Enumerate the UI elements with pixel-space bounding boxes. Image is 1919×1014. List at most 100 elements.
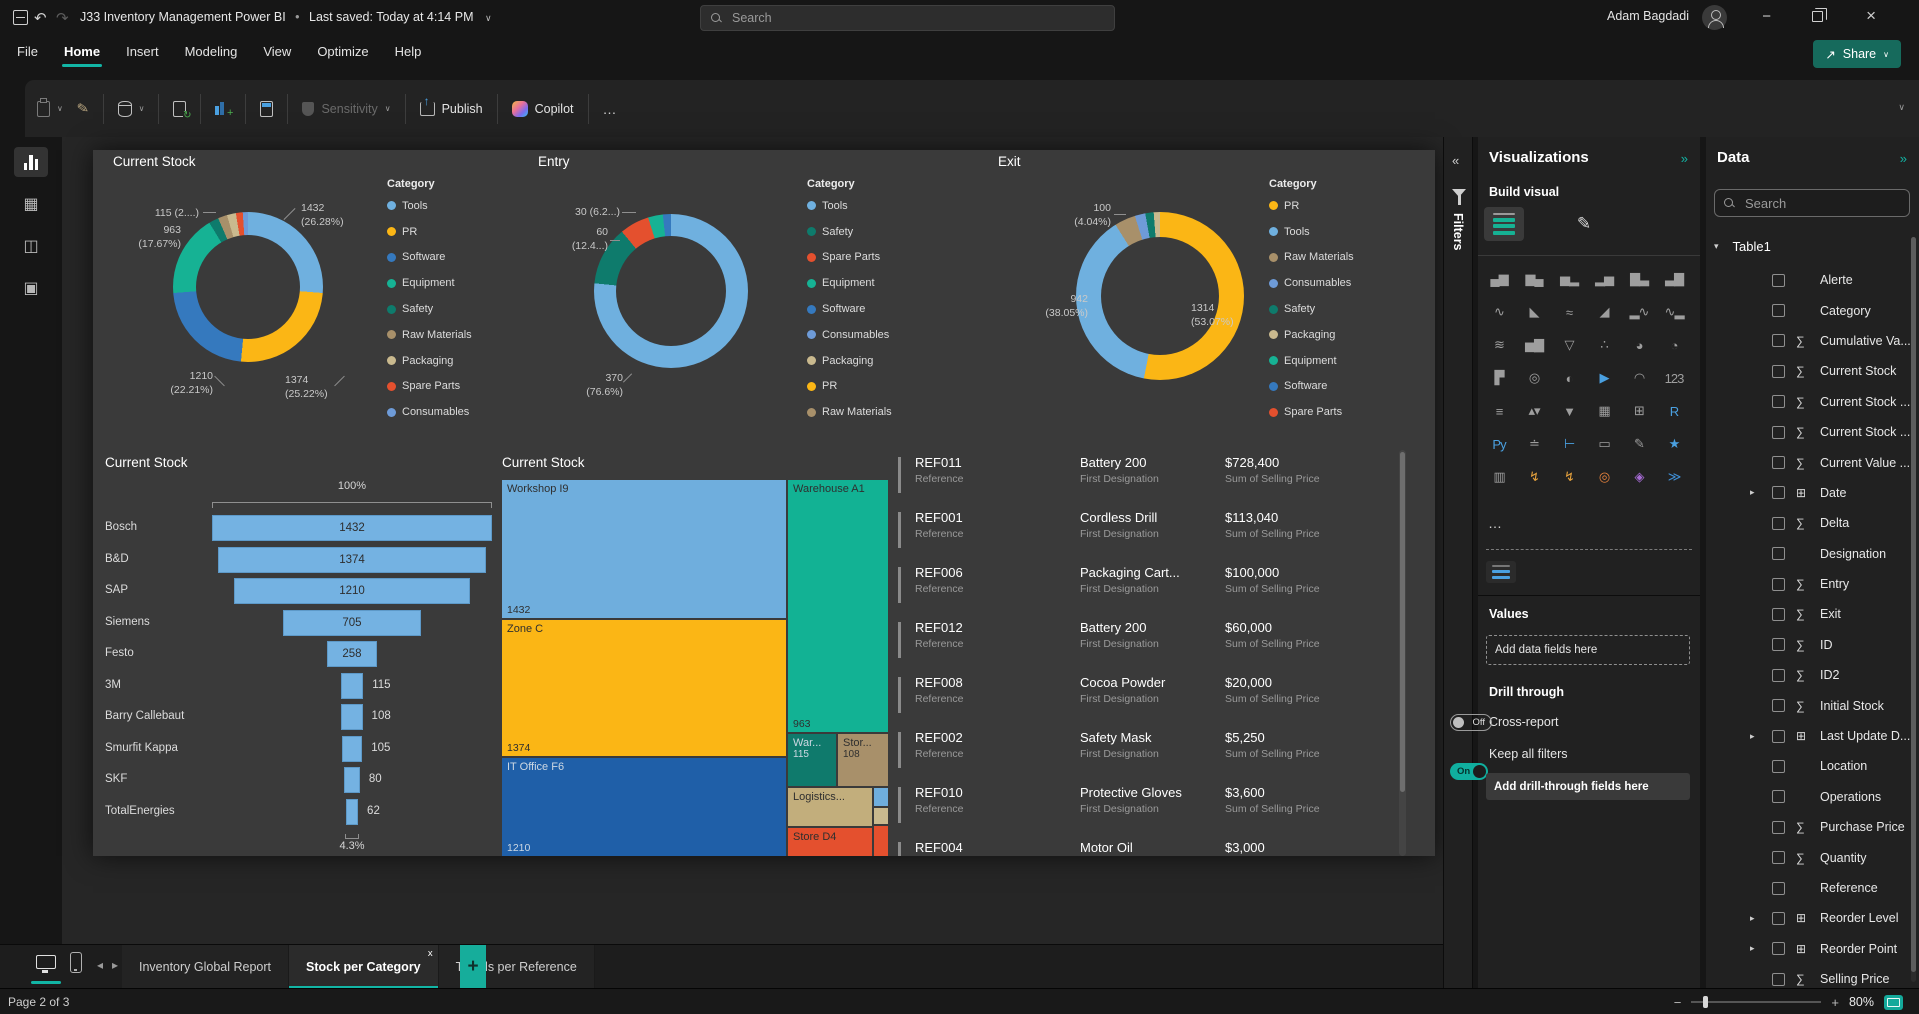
legend-item[interactable]: Equipment [1269, 348, 1389, 374]
build-visual-tab[interactable] [1484, 207, 1524, 241]
treemap-cell[interactable]: Zone C1374 [502, 620, 786, 756]
share-button[interactable]: ↗ Share ∨ [1813, 40, 1901, 68]
card-row[interactable]: REF008Reference Cocoa PowderFirst Design… [896, 673, 1386, 728]
funnel-bar[interactable]: 1374 [218, 547, 487, 573]
field-checkbox[interactable] [1772, 699, 1785, 712]
publish-button[interactable]: Publish [420, 102, 483, 116]
legend-item[interactable]: Software [807, 296, 927, 322]
viz-type-icon[interactable]: ▅▇ [1519, 333, 1549, 357]
data-scrollbar[interactable] [1911, 237, 1916, 982]
multi-row-card[interactable]: REF011Reference Battery 200First Designa… [896, 450, 1408, 856]
funnel-bar[interactable]: 1210 [234, 578, 471, 604]
field-checkbox[interactable] [1772, 973, 1785, 986]
field-checkbox[interactable] [1772, 730, 1785, 743]
data-field-row[interactable]: ▸ ⊞ Last Update D... [1706, 721, 1911, 751]
legend-item[interactable]: Spare Parts [387, 374, 507, 400]
user-name[interactable]: Adam Bagdadi [1607, 9, 1689, 23]
viz-type-icon[interactable]: ⊢ [1554, 432, 1584, 456]
data-field-row[interactable]: ▸ ∑ Cumulative Va... [1706, 326, 1911, 356]
collapse-table-icon[interactable]: ▾ [1714, 241, 1719, 252]
data-field-row[interactable]: ▸ ∑ Current Stock ... [1706, 387, 1911, 417]
data-field-row[interactable]: ▸ ∑ Quantity [1706, 842, 1911, 872]
card-row[interactable]: REF004Reference Motor OilFirst Designati… [896, 838, 1386, 856]
save-icon[interactable] [13, 10, 28, 25]
cross-report-toggle[interactable]: Off [1450, 714, 1492, 731]
filters-pane-label[interactable]: Filters [1451, 213, 1465, 251]
viz-type-icon[interactable]: ▃▇ [1659, 267, 1689, 291]
legend-item[interactable]: Packaging [1269, 322, 1389, 348]
data-field-row[interactable]: ▸ ⊞ Date [1706, 478, 1911, 508]
data-search-input[interactable] [1743, 195, 1893, 212]
treemap-cell[interactable]: Stor...108 [838, 734, 888, 786]
viz-type-icon[interactable]: Py [1484, 432, 1514, 456]
viz-type-icon[interactable]: ∴ [1589, 333, 1619, 357]
viz-type-icon[interactable]: ▇▃ [1624, 267, 1654, 291]
viz-type-icon[interactable]: ▼ [1554, 399, 1584, 423]
data-field-row[interactable]: ▸ ∑ ID2 [1706, 660, 1911, 690]
funnel-bar[interactable] [341, 673, 363, 699]
field-checkbox[interactable] [1772, 426, 1785, 439]
treemap-cell[interactable]: IT Office F61210 [502, 758, 786, 856]
viz-type-icon[interactable]: ▽ [1554, 333, 1584, 357]
legend-item[interactable]: Consumables [807, 322, 927, 348]
viz-type-icon[interactable]: ◠ [1624, 366, 1654, 390]
fit-to-page-icon[interactable] [1884, 995, 1903, 1010]
selected-visual-thumbnail[interactable] [1486, 561, 1516, 583]
legend-item[interactable]: Consumables [1269, 270, 1389, 296]
legend-item[interactable]: Software [387, 245, 507, 271]
mobile-layout-icon[interactable] [70, 952, 82, 973]
viz-type-icon[interactable]: ∿ [1484, 300, 1514, 324]
legend-item[interactable]: Packaging [387, 348, 507, 374]
undo-icon[interactable]: ↶ [34, 9, 47, 27]
card-row[interactable]: REF001Reference Cordless DrillFirst Desi… [896, 508, 1386, 563]
treemap-cell[interactable]: Logistics... [788, 788, 872, 826]
keep-all-filters-toggle[interactable]: On [1450, 763, 1488, 780]
zoom-in-icon[interactable]: + [1831, 995, 1839, 1010]
card-row[interactable]: REF006Reference Packaging Cart...First D… [896, 563, 1386, 618]
expand-field-icon[interactable]: ▸ [1750, 731, 1755, 742]
viz-type-icon[interactable]: ≈ [1554, 300, 1584, 324]
field-checkbox[interactable] [1772, 486, 1785, 499]
new-visual-button[interactable]: + [215, 101, 231, 117]
funnel-bar[interactable] [344, 767, 360, 793]
expand-field-icon[interactable]: ▸ [1750, 913, 1755, 924]
menu-item[interactable]: Modeling [185, 44, 238, 67]
legend-item[interactable]: Tools [387, 193, 507, 219]
more-options-icon[interactable]: … [603, 101, 618, 117]
data-search[interactable] [1714, 189, 1910, 217]
field-checkbox[interactable] [1772, 912, 1785, 925]
desktop-layout-icon[interactable] [36, 955, 56, 969]
menu-item[interactable]: Insert [126, 44, 159, 67]
table-view-button[interactable]: ▦ [14, 189, 48, 219]
viz-type-icon[interactable]: ◈ [1624, 465, 1654, 489]
drill-through-field-well[interactable]: Add drill-through fields here [1486, 773, 1690, 800]
legend-item[interactable]: Safety [807, 219, 927, 245]
viz-type-icon[interactable]: ◔ [1659, 333, 1689, 357]
viz-type-icon[interactable]: ◐ [1554, 366, 1584, 390]
viz-type-icon[interactable]: ▄▆ [1484, 267, 1514, 291]
menu-item[interactable]: View [263, 44, 291, 67]
field-checkbox[interactable] [1772, 547, 1785, 560]
data-field-row[interactable]: ▸ ⊞ Reorder Point [1706, 934, 1911, 964]
field-checkbox[interactable] [1772, 274, 1785, 287]
data-field-row[interactable]: ▸ ∑ Exit [1706, 599, 1911, 629]
title-dropdown-icon[interactable]: ∨ [485, 13, 492, 23]
report-view-button[interactable] [14, 147, 48, 177]
donut-chart-current-stock[interactable] [173, 212, 323, 362]
viz-type-icon[interactable]: ★ [1659, 432, 1689, 456]
treemap-cell[interactable] [874, 788, 888, 806]
viz-type-icon[interactable]: ▴▾ [1519, 399, 1549, 423]
copilot-button[interactable]: Copilot [512, 101, 574, 117]
viz-type-icon[interactable]: ◎ [1589, 465, 1619, 489]
paste-button[interactable]: ∨ [37, 101, 63, 117]
legend-item[interactable]: Raw Materials [1269, 245, 1389, 271]
field-checkbox[interactable] [1772, 638, 1785, 651]
viz-type-icon[interactable]: ▦ [1589, 399, 1619, 423]
treemap-chart[interactable]: Workshop I91432Zone C1374IT Office F6121… [502, 480, 888, 856]
page-tab[interactable]: Stock per Category x [289, 945, 439, 989]
data-field-row[interactable]: ▸ Location [1706, 751, 1911, 781]
funnel-bar[interactable]: 1432 [212, 515, 492, 541]
data-field-row[interactable]: ▸ ∑ ID [1706, 630, 1911, 660]
legend-item[interactable]: Raw Materials [807, 399, 927, 425]
more-visuals-icon[interactable]: … [1488, 515, 1503, 531]
